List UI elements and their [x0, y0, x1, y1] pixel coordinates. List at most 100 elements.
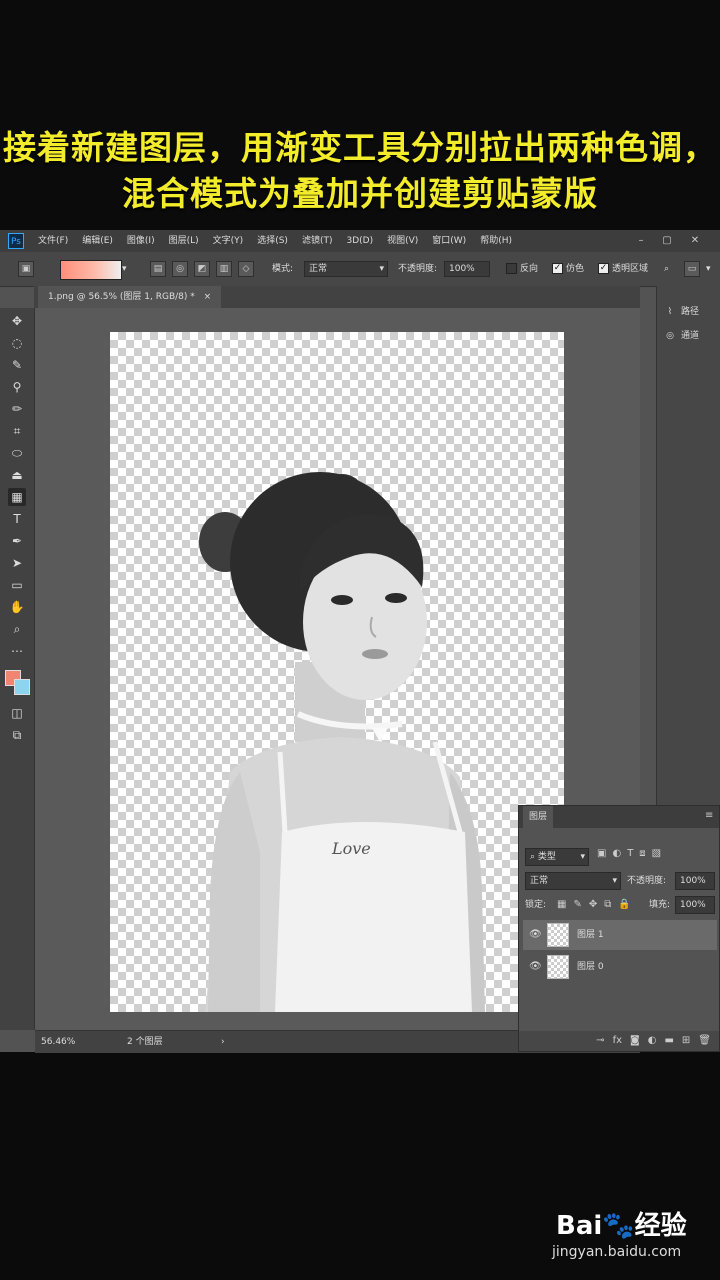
- menu-image[interactable]: 图像(I): [127, 230, 155, 252]
- new-layer-icon[interactable]: ⊞: [682, 1031, 690, 1051]
- zoom-tool-icon[interactable]: ⌕: [8, 620, 26, 638]
- search-icon[interactable]: ⌕: [664, 252, 669, 286]
- transparency-checkbox[interactable]: ✓: [598, 263, 609, 274]
- workspace-icon[interactable]: ▭: [684, 261, 700, 277]
- lock-all-icon[interactable]: 🔒: [618, 896, 630, 914]
- channels-icon: ◎: [666, 331, 674, 341]
- adjustment-filter-icon[interactable]: ◐: [612, 848, 621, 859]
- pen-tool-icon[interactable]: ✒: [8, 532, 26, 550]
- background-color-swatch[interactable]: [14, 679, 30, 695]
- opacity-input[interactable]: 100%: [444, 261, 490, 277]
- lasso-tool-icon[interactable]: ◌: [8, 334, 26, 352]
- link-layers-icon[interactable]: ⊸: [596, 1031, 604, 1051]
- eraser-tool-icon[interactable]: ⬭: [8, 444, 26, 462]
- channels-panel-button[interactable]: ◎ 通道: [663, 326, 719, 346]
- layer-row[interactable]: 👁 图层 0: [523, 952, 717, 982]
- reflected-gradient-icon[interactable]: ▥: [216, 261, 232, 277]
- mode-select[interactable]: 正常 ▾: [304, 261, 388, 277]
- gradient-picker[interactable]: [60, 260, 122, 280]
- quick-select-tool-icon[interactable]: ✎: [8, 356, 26, 374]
- tool-preset-icon[interactable]: ▣: [18, 261, 34, 277]
- layer-row[interactable]: 👁 图层 1: [523, 920, 717, 950]
- document-tab[interactable]: 1.png @ 56.5% (图层 1, RGB/8) * ×: [38, 286, 222, 308]
- pixel-filter-icon[interactable]: ▣: [597, 848, 606, 859]
- layer-opacity-input[interactable]: 100%: [675, 872, 715, 890]
- smart-filter-icon[interactable]: ▧: [652, 848, 661, 859]
- layer-filter-select[interactable]: ⌕ 类型 ▾: [525, 848, 589, 866]
- screen-mode-icon[interactable]: ⧉: [8, 726, 26, 744]
- adjustment-layer-icon[interactable]: ◐: [648, 1031, 657, 1051]
- quick-mask-icon[interactable]: ◫: [8, 704, 26, 722]
- layer-opacity-value: 100%: [680, 876, 706, 886]
- angle-gradient-icon[interactable]: ◩: [194, 261, 210, 277]
- gradient-dropdown-icon[interactable]: ▾: [122, 252, 127, 286]
- shape-filter-icon[interactable]: ⧈: [639, 848, 645, 859]
- type-filter-icon[interactable]: T: [627, 848, 633, 859]
- lock-pixels-icon[interactable]: ✎: [573, 896, 581, 914]
- eyedropper-tool-icon[interactable]: ⚲: [8, 378, 26, 396]
- menu-window[interactable]: 窗口(W): [432, 230, 466, 252]
- diamond-gradient-icon[interactable]: ◇: [238, 261, 254, 277]
- right-dock: ⌇ 路径 ◎ 通道: [656, 286, 720, 806]
- caption-line-1: 接着新建图层，用渐变工具分别拉出两种色调，: [3, 128, 717, 167]
- layers-footer: ⊸ fx ◙ ◐ ▬ ⊞ 🗑: [519, 1031, 719, 1051]
- menu-select[interactable]: 选择(S): [257, 230, 288, 252]
- layers-tab[interactable]: 图层: [523, 806, 554, 828]
- new-group-icon[interactable]: ▬: [664, 1031, 673, 1051]
- radial-gradient-icon[interactable]: ◎: [172, 261, 188, 277]
- dither-checkbox[interactable]: ✓: [552, 263, 563, 274]
- layer-filter-icons: ▣ ◐ T ⧈ ▧: [597, 848, 661, 859]
- type-tool-icon[interactable]: T: [8, 510, 26, 528]
- menu-layer[interactable]: 图层(L): [169, 230, 199, 252]
- workspace-dropdown-icon[interactable]: ▾: [706, 252, 711, 286]
- close-tab-icon[interactable]: ×: [204, 292, 212, 302]
- crop-tool-icon[interactable]: ⌗: [8, 422, 26, 440]
- lock-label: 锁定:: [525, 900, 547, 910]
- opacity-value: 100%: [449, 264, 475, 274]
- watermark-url: jingyan.baidu.com: [552, 1244, 682, 1260]
- menu-type[interactable]: 文字(Y): [213, 230, 244, 252]
- path-select-tool-icon[interactable]: ➤: [8, 554, 26, 572]
- chevron-right-icon[interactable]: ›: [221, 1031, 225, 1053]
- linear-gradient-icon[interactable]: ▤: [150, 261, 166, 277]
- add-mask-icon[interactable]: ◙: [630, 1031, 640, 1051]
- caption-line-2: 混合模式为叠加并创建剪贴蒙版: [122, 174, 598, 213]
- paths-panel-button[interactable]: ⌇ 路径: [663, 302, 719, 322]
- menu-file[interactable]: 文件(F): [38, 230, 68, 252]
- lock-icons: ▦ ✎ ✥ ⧉ 🔒: [557, 896, 631, 914]
- baidu-jingyan-logo: Bai🐾经验: [556, 1211, 687, 1241]
- document-canvas[interactable]: Love: [110, 332, 564, 1012]
- hand-tool-icon[interactable]: ✋: [8, 598, 26, 616]
- rectangle-tool-icon[interactable]: ▭: [8, 576, 26, 594]
- eye-icon[interactable]: 👁: [529, 960, 542, 974]
- panel-menu-icon[interactable]: ≡: [705, 810, 713, 821]
- lock-artboard-icon[interactable]: ⧉: [604, 896, 611, 914]
- blend-mode-select[interactable]: 正常 ▾: [525, 872, 621, 890]
- reverse-checkbox[interactable]: [506, 263, 517, 274]
- menu-edit[interactable]: 编辑(E): [82, 230, 113, 252]
- stamp-tool-icon[interactable]: ⏏: [8, 466, 26, 484]
- brush-tool-icon[interactable]: ✏: [8, 400, 26, 418]
- layer-name: 图层 0: [577, 962, 604, 972]
- move-tool-icon[interactable]: ✥: [8, 312, 26, 330]
- gradient-tool-icon[interactable]: ▦: [8, 488, 26, 506]
- lock-transparent-icon[interactable]: ▦: [557, 896, 566, 914]
- restore-button[interactable]: ▢: [656, 230, 678, 252]
- menu-view[interactable]: 视图(V): [387, 230, 418, 252]
- document-tab-bar: 1.png @ 56.5% (图层 1, RGB/8) * ×: [34, 286, 640, 308]
- menu-filter[interactable]: 滤镜(T): [302, 230, 333, 252]
- lock-position-icon[interactable]: ✥: [589, 896, 597, 914]
- close-button[interactable]: ✕: [684, 230, 706, 252]
- minimize-button[interactable]: –: [630, 230, 652, 252]
- fill-input[interactable]: 100%: [675, 896, 715, 914]
- menu-help[interactable]: 帮助(H): [480, 230, 512, 252]
- layer-style-icon[interactable]: fx: [613, 1031, 622, 1051]
- eye-icon[interactable]: 👁: [529, 928, 542, 942]
- zoom-level[interactable]: 56.46%: [41, 1031, 75, 1053]
- delete-layer-icon[interactable]: 🗑: [698, 1031, 711, 1051]
- menu-3d[interactable]: 3D(D): [346, 230, 373, 252]
- more-tools-icon[interactable]: ⋯: [8, 642, 26, 660]
- photoshop-logo-icon: Ps: [8, 233, 24, 249]
- mode-label: 模式:: [272, 264, 294, 274]
- blend-mode-value: 正常: [530, 876, 549, 886]
